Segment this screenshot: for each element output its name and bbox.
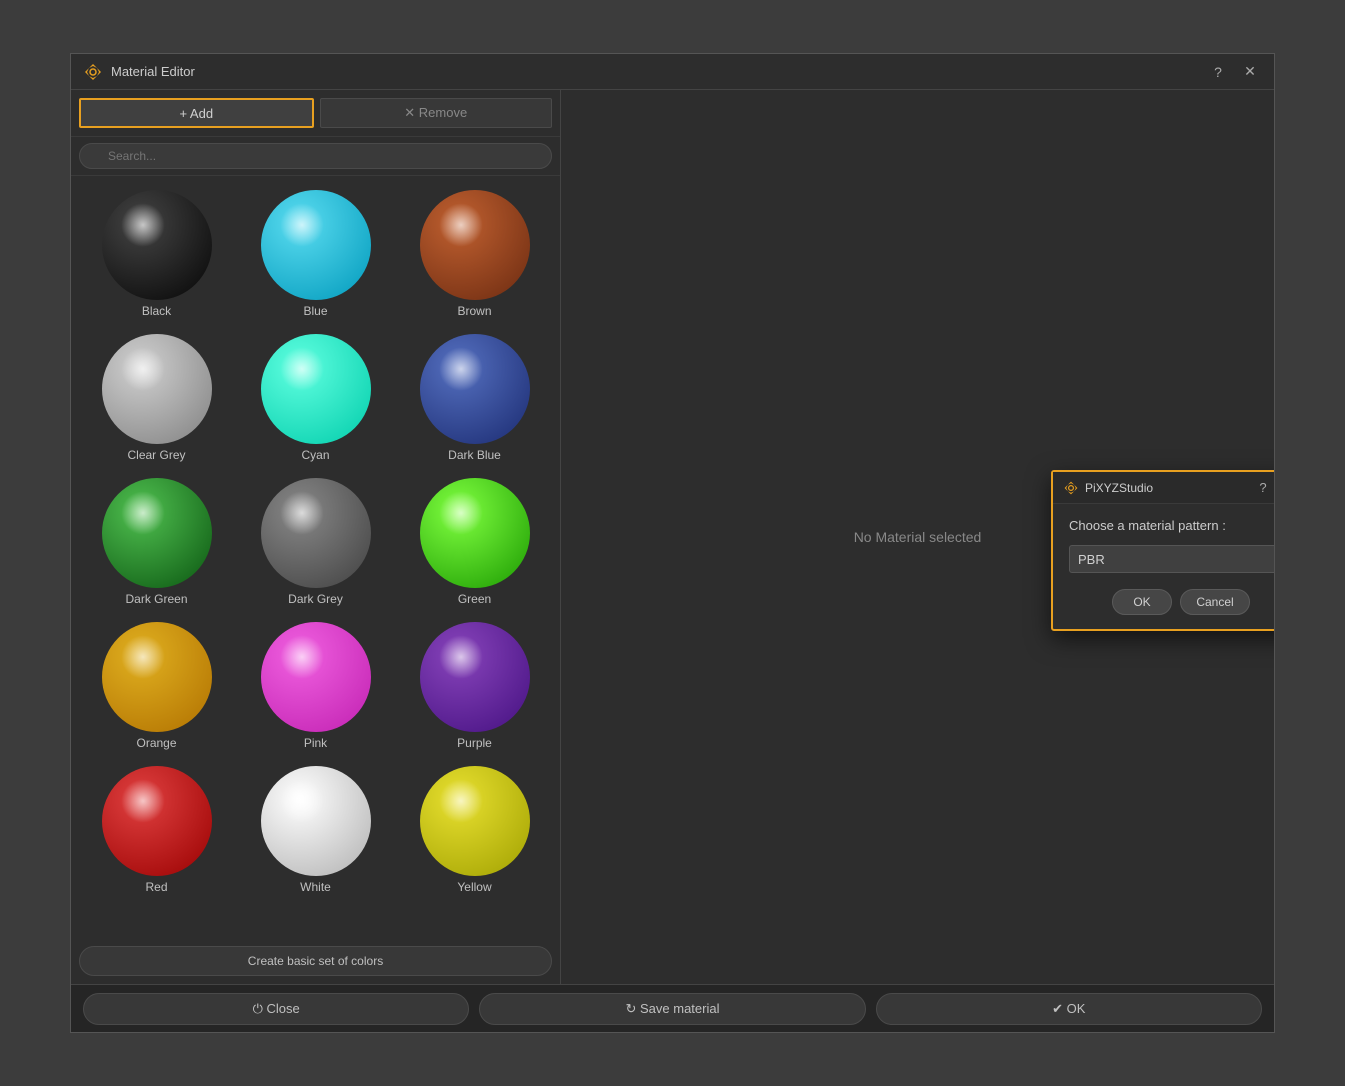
close-button[interactable]: ⏻ Close <box>83 993 469 1025</box>
material-label-brown: Brown <box>457 304 491 318</box>
toolbar: + Add ✕ Remove <box>71 90 560 137</box>
title-bar: Material Editor ? ✕ <box>71 54 1274 90</box>
material-pattern-select[interactable]: PBR Phong Unlit <box>1069 545 1274 573</box>
material-item-yellow[interactable]: Yellow <box>399 762 550 898</box>
modal-buttons: OK Cancel <box>1069 589 1274 615</box>
material-ball-dark-green <box>102 478 212 588</box>
material-label-white: White <box>300 880 331 894</box>
material-item-dark-blue[interactable]: Dark Blue <box>399 330 550 466</box>
material-label-clear-grey: Clear Grey <box>127 448 185 462</box>
help-button[interactable]: ? <box>1206 60 1230 84</box>
material-item-orange[interactable]: Orange <box>81 618 232 754</box>
material-item-blue[interactable]: Blue <box>240 186 391 322</box>
material-ball-orange <box>102 622 212 732</box>
app-logo-icon <box>83 62 103 82</box>
search-input[interactable] <box>79 143 552 169</box>
materials-grid: Black Blue Brown Clear Grey Cyan Dark Blue Dar… <box>71 176 560 940</box>
main-content: + Add ✕ Remove 🔍 Black Blue Brown Clear Gre… <box>71 90 1274 984</box>
modal-ok-button[interactable]: OK <box>1112 589 1172 615</box>
modal-select-row: PBR Phong Unlit ▼ <box>1069 545 1274 573</box>
material-item-black[interactable]: Black <box>81 186 232 322</box>
material-item-dark-grey[interactable]: Dark Grey <box>240 474 391 610</box>
material-label-yellow: Yellow <box>457 880 491 894</box>
material-label-purple: Purple <box>457 736 492 750</box>
material-label-orange: Orange <box>136 736 176 750</box>
material-ball-pink <box>261 622 371 732</box>
material-item-purple[interactable]: Purple <box>399 618 550 754</box>
material-item-cyan[interactable]: Cyan <box>240 330 391 466</box>
material-ball-green <box>420 478 530 588</box>
add-button[interactable]: + Add <box>79 98 314 128</box>
search-bar: 🔍 <box>71 137 560 176</box>
material-label-red: Red <box>145 880 167 894</box>
bottom-bar: ⏻ Close ↻ Save material ✔ OK <box>71 984 1274 1032</box>
material-label-green: Green <box>458 592 491 606</box>
remove-button[interactable]: ✕ Remove <box>320 98 553 128</box>
modal-body: Choose a material pattern : PBR Phong Un… <box>1053 504 1274 629</box>
material-label-cyan: Cyan <box>301 448 329 462</box>
search-wrapper: 🔍 <box>79 143 552 169</box>
close-window-button[interactable]: ✕ <box>1238 60 1262 84</box>
ok-button[interactable]: ✔ OK <box>876 993 1262 1025</box>
material-ball-white <box>261 766 371 876</box>
material-ball-dark-blue <box>420 334 530 444</box>
material-ball-yellow <box>420 766 530 876</box>
material-item-brown[interactable]: Brown <box>399 186 550 322</box>
modal-dialog: PiXYZStudio ? ✕ Choose a material patter… <box>1051 470 1274 631</box>
modal-title-bar: PiXYZStudio ? ✕ <box>1053 472 1274 504</box>
left-panel: + Add ✕ Remove 🔍 Black Blue Brown Clear Gre… <box>71 90 561 984</box>
material-ball-blue <box>261 190 371 300</box>
material-ball-clear-grey <box>102 334 212 444</box>
material-ball-cyan <box>261 334 371 444</box>
modal-cancel-button[interactable]: Cancel <box>1180 589 1250 615</box>
material-label-dark-grey: Dark Grey <box>288 592 343 606</box>
save-material-button[interactable]: ↻ Save material <box>479 993 865 1025</box>
material-label-black: Black <box>142 304 171 318</box>
material-ball-dark-grey <box>261 478 371 588</box>
material-item-pink[interactable]: Pink <box>240 618 391 754</box>
material-ball-red <box>102 766 212 876</box>
material-item-dark-green[interactable]: Dark Green <box>81 474 232 610</box>
material-ball-black <box>102 190 212 300</box>
create-basic-button[interactable]: Create basic set of colors <box>79 946 552 976</box>
material-item-green[interactable]: Green <box>399 474 550 610</box>
main-window: Material Editor ? ✕ + Add ✕ Remove 🔍 Bla… <box>70 53 1275 1033</box>
material-item-clear-grey[interactable]: Clear Grey <box>81 330 232 466</box>
no-material-text: No Material selected <box>854 529 982 545</box>
material-item-red[interactable]: Red <box>81 762 232 898</box>
material-label-dark-blue: Dark Blue <box>448 448 501 462</box>
material-label-pink: Pink <box>304 736 327 750</box>
window-title: Material Editor <box>111 64 1198 79</box>
material-label-dark-green: Dark Green <box>125 592 187 606</box>
modal-prompt: Choose a material pattern : <box>1069 518 1274 533</box>
modal-logo-icon <box>1063 480 1079 496</box>
material-label-blue: Blue <box>303 304 327 318</box>
material-item-white[interactable]: White <box>240 762 391 898</box>
material-ball-brown <box>420 190 530 300</box>
modal-title: PiXYZStudio <box>1085 481 1247 495</box>
material-ball-purple <box>420 622 530 732</box>
right-panel: No Material selected PiXYZStudio ? <box>561 90 1274 984</box>
modal-help-button[interactable]: ? <box>1253 478 1273 498</box>
